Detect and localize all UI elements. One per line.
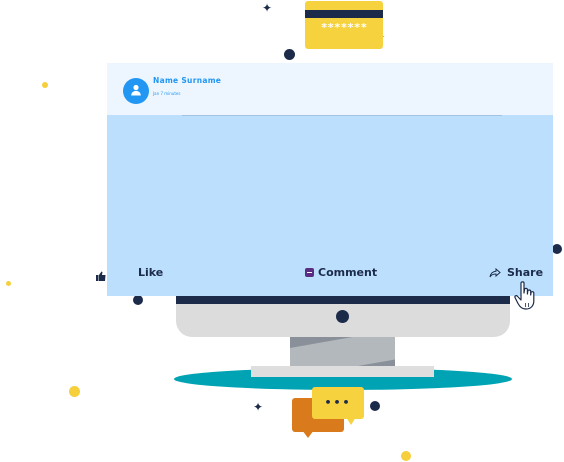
decor-dot <box>133 295 143 305</box>
avatar[interactable] <box>123 78 149 104</box>
share-icon <box>489 267 501 277</box>
social-post-card: Name Surname Jan 7 minutes Like Comment … <box>107 63 553 296</box>
monitor-stand-neck <box>290 334 395 367</box>
decor-dot <box>370 401 380 411</box>
post-divider <box>182 115 502 116</box>
monitor-power-button <box>336 310 349 323</box>
decor-dot <box>69 386 80 397</box>
thumbs-up-icon <box>96 271 106 281</box>
decor-dot <box>552 244 562 254</box>
comment-button[interactable]: Comment <box>305 266 377 279</box>
credit-card-illustration: ******* <box>305 1 383 49</box>
post-timestamp: Jan 7 minutes <box>153 91 181 96</box>
sparkle-icon: ✦ <box>262 1 273 15</box>
card-masked-pin: ******* <box>320 21 368 34</box>
like-button[interactable]: Like <box>138 266 163 279</box>
sparkle-icon: ✦ <box>253 400 264 414</box>
decor-dot <box>6 281 11 286</box>
user-icon <box>131 84 141 96</box>
decor-dot <box>284 49 295 60</box>
chat-bubble-front: ••• <box>312 387 364 425</box>
decor-dot <box>42 82 48 88</box>
post-header: Name Surname Jan 7 minutes <box>107 63 553 115</box>
like-label: Like <box>138 266 164 279</box>
typing-indicator: ••• <box>324 396 352 409</box>
comment-icon <box>305 268 314 277</box>
card-stripe <box>305 10 383 18</box>
comment-label: Comment <box>318 266 378 279</box>
post-author-name[interactable]: Name Surname <box>153 76 221 85</box>
decor-dot <box>401 451 411 461</box>
share-button[interactable]: Share <box>489 266 543 279</box>
monitor-stand-plate <box>251 366 434 377</box>
share-label: Share <box>507 266 544 279</box>
hand-pointer-icon <box>514 281 535 310</box>
